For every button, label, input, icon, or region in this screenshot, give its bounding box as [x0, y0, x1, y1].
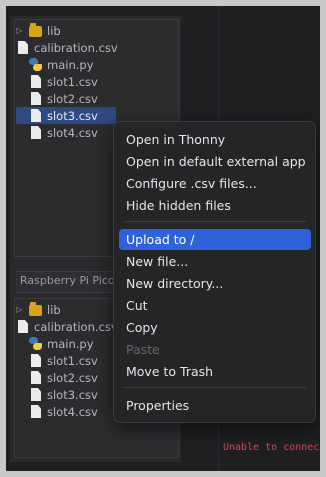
- tree-item-main-py[interactable]: main.py: [16, 56, 116, 73]
- menu-move-to-trash[interactable]: Move to Trash: [119, 361, 311, 382]
- file-icon: [31, 109, 41, 122]
- file-icon: [31, 354, 41, 367]
- thonny-window: ▷ lib calibration.csv main.py slot1.csv …: [6, 6, 320, 471]
- device-item-calibration[interactable]: calibration.csv: [16, 318, 118, 335]
- file-icon: [31, 126, 41, 139]
- tree-item-slot4[interactable]: slot4.csv: [16, 124, 116, 141]
- python-file-icon: [29, 337, 42, 350]
- tree-item-label: slot4.csv: [47, 404, 98, 419]
- file-icon: [18, 320, 28, 333]
- tree-item-label: main.py: [47, 336, 94, 351]
- menu-copy[interactable]: Copy: [119, 317, 311, 338]
- menu-configure-csv[interactable]: Configure .csv files...: [119, 173, 311, 194]
- menu-open-external[interactable]: Open in default external app: [119, 151, 311, 172]
- file-icon: [31, 388, 41, 401]
- menu-upload[interactable]: Upload to /: [119, 229, 311, 250]
- tree-item-label: slot2.csv: [47, 91, 98, 106]
- file-context-menu: Open in Thonny Open in default external …: [113, 121, 316, 423]
- device-item-slot1[interactable]: slot1.csv: [16, 352, 116, 369]
- tree-item-label: slot2.csv: [47, 370, 98, 385]
- tree-item-label: slot3.csv: [47, 387, 98, 402]
- file-icon: [18, 41, 28, 54]
- tree-item-label: lib: [47, 23, 61, 38]
- menu-properties[interactable]: Properties: [119, 395, 311, 416]
- file-icon: [31, 92, 41, 105]
- folder-icon: [29, 301, 42, 316]
- menu-separator: [124, 221, 306, 222]
- menu-separator: [124, 387, 306, 388]
- expand-triangle-icon[interactable]: ▷: [16, 305, 26, 314]
- device-item-main-py[interactable]: main.py: [16, 335, 116, 352]
- file-icon: [31, 371, 41, 384]
- device-item-slot4[interactable]: slot4.csv: [16, 403, 116, 420]
- menu-new-directory[interactable]: New directory...: [119, 273, 311, 294]
- menu-new-file[interactable]: New file...: [119, 251, 311, 272]
- file-icon: [31, 405, 41, 418]
- python-file-icon: [29, 58, 42, 71]
- tree-item-slot3-selected[interactable]: slot3.csv: [16, 107, 116, 124]
- device-item-slot2[interactable]: slot2.csv: [16, 369, 116, 386]
- tree-item-calibration[interactable]: calibration.csv: [16, 39, 118, 56]
- tree-item-label: lib: [47, 302, 61, 317]
- folder-icon: [29, 22, 42, 37]
- device-item-lib[interactable]: ▷ lib: [16, 301, 116, 318]
- tree-item-slot1[interactable]: slot1.csv: [16, 73, 116, 90]
- file-icon: [31, 75, 41, 88]
- menu-hide-hidden[interactable]: Hide hidden files: [119, 195, 311, 216]
- tree-item-label: calibration.csv: [34, 40, 118, 55]
- menu-paste: Paste: [126, 342, 160, 357]
- shell-error-message: Unable to connect: [223, 442, 320, 453]
- tree-item-label: slot1.csv: [47, 353, 98, 368]
- tree-item-label: slot4.csv: [47, 125, 98, 140]
- tree-item-slot2[interactable]: slot2.csv: [16, 90, 116, 107]
- tree-item-label: calibration.csv: [34, 319, 118, 334]
- menu-open-in-thonny[interactable]: Open in Thonny: [119, 129, 311, 150]
- device-pane-title: Raspberry Pi Pico: [20, 274, 115, 287]
- expand-triangle-icon[interactable]: ▷: [16, 26, 26, 35]
- menu-cut[interactable]: Cut: [119, 295, 311, 316]
- tree-item-lib[interactable]: ▷ lib: [16, 22, 116, 39]
- tree-item-label: slot1.csv: [47, 74, 98, 89]
- tree-item-label: main.py: [47, 57, 94, 72]
- device-item-slot3[interactable]: slot3.csv: [16, 386, 116, 403]
- tree-item-label: slot3.csv: [47, 108, 98, 123]
